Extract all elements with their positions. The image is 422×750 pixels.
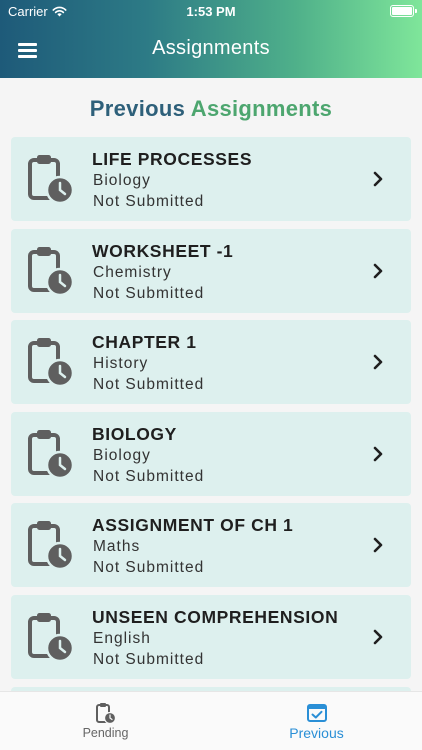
- chevron-right-icon: [373, 171, 383, 187]
- assignment-subject: History: [93, 355, 149, 372]
- clipboard-clock-icon: [28, 338, 74, 387]
- assignment-status: Not Submitted: [93, 284, 205, 302]
- assignment-list: LIFE PROCESSES Biology Not Submitted WOR…: [11, 137, 411, 686]
- chevron-right-icon: [373, 263, 383, 278]
- status-bar: Carrier 1:53 PM: [0, 0, 422, 24]
- battery-icon: [390, 5, 417, 17]
- chevron-right-icon: [373, 537, 383, 553]
- header: Carrier 1:53 PM Assignments: [0, 0, 422, 78]
- assignment-subject: Chemistry: [93, 263, 172, 281]
- assignment-title: LIFE PROCESSES: [92, 149, 253, 169]
- chevron-right-icon: [373, 629, 383, 644]
- assignment-status: Not Submitted: [93, 193, 205, 210]
- tab-previous[interactable]: Previous: [211, 692, 422, 750]
- assignment-card[interactable]: CHAPTER 1 History Not Submitted: [11, 320, 411, 404]
- section-title-part2: Assignments: [190, 96, 333, 121]
- chevron-right-icon: [373, 446, 383, 461]
- chevron-right-icon: [373, 354, 383, 370]
- section-title: Previous Assignments: [0, 96, 422, 122]
- assignment-title: CHAPTER 1: [92, 332, 197, 352]
- tab-pending-label: Pending: [82, 726, 129, 740]
- assignment-status: Not Submitted: [93, 650, 205, 668]
- assignment-subject: Biology: [93, 172, 151, 189]
- assignment-card[interactable]: UNSEEN COMPREHENSION English Not Submitt…: [11, 594, 411, 679]
- clipboard-clock-icon: [28, 612, 74, 662]
- assignment-status: Not Submitted: [93, 559, 205, 576]
- clipboard-clock-icon: [28, 246, 74, 296]
- assignment-title: ASSIGNMENT OF CH 1: [92, 515, 294, 535]
- clipboard-clock-icon: [28, 521, 74, 570]
- tab-previous-label: Previous: [289, 725, 344, 741]
- assignment-title: BIOLOGY: [92, 423, 177, 444]
- assignment-card[interactable]: BIOLOGY Biology Not Submitted: [11, 411, 411, 496]
- clipboard-clock-icon: [95, 703, 116, 724]
- assignment-card[interactable]: WORKSHEET -1 Chemistry Not Submitted: [11, 228, 411, 313]
- assignment-status: Not Submitted: [93, 376, 205, 393]
- bottom-tab-bar: Pending Previous: [0, 691, 422, 750]
- assignment-subject: Maths: [93, 538, 141, 555]
- assignment-subject: English: [93, 629, 151, 647]
- section-title-part1: Previous: [89, 96, 186, 121]
- clipboard-clock-icon: [28, 429, 74, 479]
- assignment-card[interactable]: ASSIGNMENT OF CH 1 Maths Not Submitted: [11, 503, 411, 587]
- assignment-title: WORKSHEET -1: [92, 240, 234, 261]
- assignment-card[interactable]: LIFE PROCESSES Biology Not Submitted: [11, 137, 411, 221]
- assignment-title: UNSEEN COMPREHENSION: [92, 606, 339, 627]
- calendar-check-icon: [306, 704, 327, 722]
- tab-pending[interactable]: Pending: [0, 692, 211, 750]
- clipboard-clock-icon: [28, 155, 74, 204]
- assignment-status: Not Submitted: [93, 467, 205, 485]
- status-time: 1:53 PM: [186, 4, 236, 19]
- assignments-screen: Carrier 1:53 PM Assignments Previous Ass…: [0, 0, 422, 750]
- app-bar: Assignments: [0, 24, 422, 78]
- page-title: Assignments: [152, 37, 270, 59]
- assignment-subject: Biology: [93, 446, 151, 464]
